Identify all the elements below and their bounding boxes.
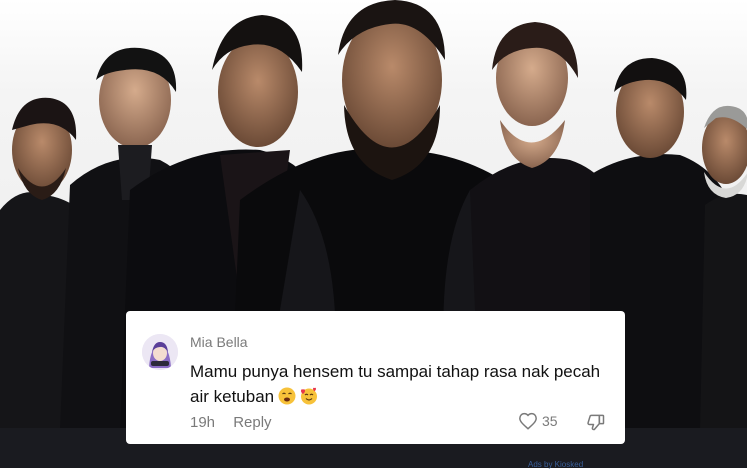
- avatar[interactable]: [142, 334, 178, 370]
- weary-face-emoji: [278, 387, 296, 412]
- dislike-button[interactable]: [586, 412, 606, 437]
- comment-meta: 19h Reply: [190, 414, 286, 431]
- comment-text: Mamu punya hensem tu sampai tahap rasa n…: [190, 359, 610, 412]
- reply-button[interactable]: Reply: [233, 414, 271, 431]
- comment-timestamp: 19h: [190, 414, 216, 431]
- heart-outline-icon: [519, 412, 537, 430]
- thumbs-down-outline-icon: [587, 414, 605, 431]
- anime-girl-avatar-icon: [142, 334, 178, 370]
- comment-card: Mia Bella Mamu punya hensem tu sampai ta…: [126, 311, 625, 444]
- comment-body: Mamu punya hensem tu sampai tahap rasa n…: [190, 362, 601, 406]
- smiling-face-with-hearts-emoji: [300, 387, 318, 412]
- like-button[interactable]: 35: [518, 412, 558, 430]
- like-count: 35: [542, 413, 558, 429]
- comment-username[interactable]: Mia Bella: [190, 334, 248, 350]
